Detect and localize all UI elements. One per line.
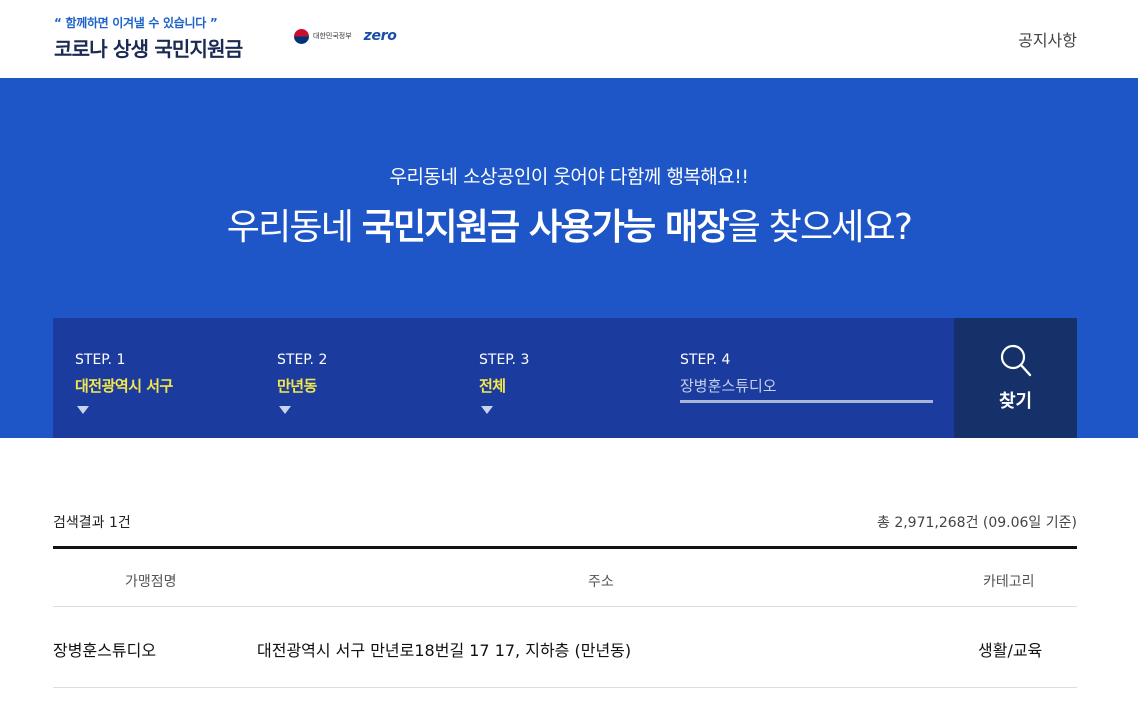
step1-region-select[interactable]: STEP. 1 대전광역시 서구 bbox=[75, 352, 173, 414]
tagline: “ 함께하면 이겨낼 수 있습니다 ” bbox=[54, 16, 218, 30]
headline-prefix: 우리동네 bbox=[226, 207, 362, 248]
hero-banner: 우리동네 소상공인이 웃어야 다함께 행복해요!! 우리동네 국민지원금 사용가… bbox=[0, 78, 1138, 438]
cell-address: 대전광역시 서구 만년로18번길 17 17, 지하층 (만년동) bbox=[257, 641, 632, 660]
step1-label: STEP. 1 bbox=[75, 352, 126, 368]
step2-dong-select[interactable]: STEP. 2 만년동 bbox=[277, 352, 327, 414]
find-button-label: 찾기 bbox=[998, 391, 1033, 412]
column-header-address: 주소 bbox=[588, 574, 614, 590]
step4-label: STEP. 4 bbox=[680, 352, 731, 368]
step3-value: 전체 bbox=[479, 377, 506, 395]
taegeuk-icon bbox=[294, 28, 309, 44]
caret-down-icon bbox=[279, 406, 291, 414]
step4-store-search: STEP. 4 bbox=[680, 352, 933, 403]
headline-suffix: 을 찾으세요? bbox=[727, 207, 913, 248]
find-button[interactable]: 찾기 bbox=[954, 318, 1077, 438]
notice-link[interactable]: 공지사항 bbox=[1018, 27, 1077, 51]
step2-label: STEP. 2 bbox=[277, 352, 328, 368]
store-name-input[interactable] bbox=[680, 374, 933, 403]
cell-store-name: 장병훈스튜디오 bbox=[53, 641, 157, 660]
hero-subtitle: 우리동네 소상공인이 웃어야 다함께 행복해요!! bbox=[389, 166, 749, 188]
gov-logo-text: 대한민국정부 bbox=[313, 32, 352, 40]
hero-headline: 우리동네 국민지원금 사용가능 매장을 찾으세요? bbox=[0, 198, 1138, 250]
step1-value: 대전광역시 서구 bbox=[75, 377, 173, 395]
zero-logo: zero bbox=[363, 28, 397, 44]
table-header: 가맹점명 주소 카테고리 bbox=[53, 546, 1077, 607]
column-header-category: 카테고리 bbox=[983, 574, 1035, 590]
search-panel: STEP. 1 대전광역시 서구 STEP. 2 만년동 STEP. 3 전체 … bbox=[53, 318, 954, 438]
cell-category: 생활/교육 bbox=[978, 641, 1043, 660]
site-logo[interactable]: “ 함께하면 이겨낼 수 있습니다 ” 코로나 상생 국민지원금 bbox=[54, 14, 243, 62]
table-row[interactable]: 장병훈스튜디오 대전광역시 서구 만년로18번길 17 17, 지하층 (만년동… bbox=[53, 607, 1077, 688]
search-icon bbox=[1000, 344, 1031, 377]
site-header: “ 함께하면 이겨낼 수 있습니다 ” 코로나 상생 국민지원금 대한민국정부 … bbox=[0, 0, 1138, 78]
caret-down-icon bbox=[77, 406, 89, 414]
step3-category-select[interactable]: STEP. 3 전체 bbox=[479, 352, 529, 414]
column-header-store: 가맹점명 bbox=[125, 574, 177, 590]
step2-value: 만년동 bbox=[277, 377, 317, 395]
results-table: 가맹점명 주소 카테고리 장병훈스튜디오 대전광역시 서구 만년로18번길 17… bbox=[53, 546, 1077, 688]
caret-down-icon bbox=[481, 406, 493, 414]
headline-bold: 국민지원금 사용가능 매장 bbox=[361, 207, 730, 248]
total-count: 총 2,971,268건 (09.06일 기준) bbox=[876, 515, 1077, 531]
partner-logos: 대한민국정부 zero bbox=[294, 28, 397, 44]
step3-label: STEP. 3 bbox=[479, 352, 530, 368]
results-count: 검색결과 1건 bbox=[53, 515, 131, 531]
site-title: 코로나 상생 국민지원금 bbox=[54, 37, 243, 61]
